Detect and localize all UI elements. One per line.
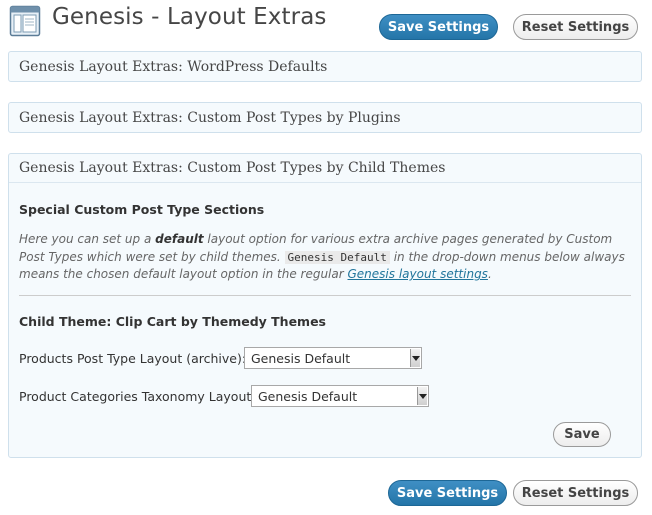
panel-wordpress-defaults: Genesis Layout Extras: WordPress Default…: [8, 51, 642, 82]
section-description: Here you can set up a default layout opt…: [19, 232, 625, 281]
save-settings-button-top[interactable]: Save Settings: [379, 14, 498, 40]
page-title: Genesis - Layout Extras: [52, 4, 327, 30]
genesis-default-code: Genesis Default: [284, 250, 390, 264]
panel-custom-post-types-child-themes-header[interactable]: Genesis Layout Extras: Custom Post Types…: [9, 154, 641, 183]
panel-custom-post-types-plugins-header[interactable]: Genesis Layout Extras: Custom Post Types…: [9, 103, 641, 132]
product-categories-layout-select[interactable]: Genesis Default: [251, 385, 429, 407]
child-theme-heading: Child Theme: Clip Cart by Themedy Themes: [19, 314, 326, 329]
layout-page-icon: [9, 5, 41, 37]
dropdown-arrow-icon: [417, 387, 427, 405]
reset-settings-button-bottom[interactable]: Reset Settings: [513, 480, 638, 506]
genesis-layout-settings-link[interactable]: Genesis layout settings: [348, 267, 488, 281]
section-heading: Special Custom Post Type Sections: [19, 202, 265, 217]
default-emphasis: default: [155, 232, 204, 246]
panel-wordpress-defaults-header[interactable]: Genesis Layout Extras: WordPress Default…: [9, 52, 641, 81]
panel-custom-post-types-child-themes: Genesis Layout Extras: Custom Post Types…: [8, 153, 642, 458]
panel-custom-post-types-plugins: Genesis Layout Extras: Custom Post Types…: [8, 102, 642, 133]
dropdown-arrow-icon: [410, 349, 420, 367]
save-settings-button-bottom[interactable]: Save Settings: [388, 480, 507, 506]
section-divider: [19, 295, 631, 296]
product-categories-layout-select-value: Genesis Default: [258, 388, 358, 404]
products-layout-select[interactable]: Genesis Default: [244, 347, 422, 369]
panel-save-button[interactable]: Save: [553, 422, 611, 447]
product-categories-layout-label: Product Categories Taxonomy Layout:: [19, 389, 256, 404]
products-layout-select-value: Genesis Default: [251, 350, 351, 366]
products-layout-label: Products Post Type Layout (archive):: [19, 351, 247, 366]
reset-settings-button-top[interactable]: Reset Settings: [513, 14, 638, 40]
